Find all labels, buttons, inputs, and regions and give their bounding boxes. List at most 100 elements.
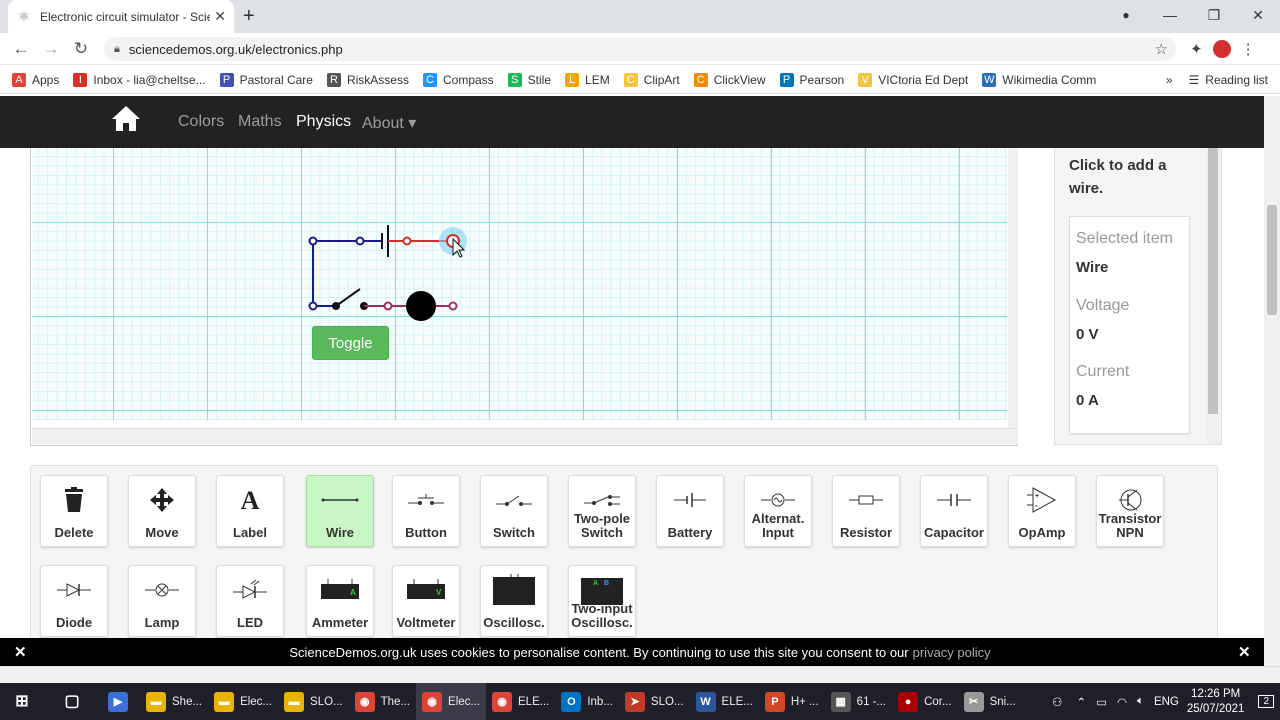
language-indicator[interactable]: ENG (1154, 696, 1179, 708)
maximize-button[interactable]: ❐ (1192, 7, 1236, 24)
battery-component[interactable] (381, 225, 389, 257)
tool-diode[interactable]: Diode (40, 565, 108, 637)
bookmark-item[interactable]: C Compass (422, 72, 494, 87)
canvas-vertical-scrollbar[interactable] (1008, 148, 1018, 428)
bookmark-item[interactable]: V VICtoria Ed Dept (858, 72, 968, 87)
taskbar-item[interactable]: ▦ 61 -... (825, 683, 892, 720)
tool-label[interactable]: A Label (216, 475, 284, 547)
lem-icon: L (565, 72, 580, 87)
forward-icon[interactable]: → (36, 39, 66, 59)
battery-tray-icon[interactable]: ▭ (1096, 695, 1107, 709)
taskbar-item[interactable]: ✂ Sni... (958, 683, 1022, 720)
taskbar-item[interactable]: ▶ (102, 683, 140, 720)
bookmark-item[interactable]: L LEM (565, 72, 610, 87)
bookmark-label: ClickView (713, 72, 766, 87)
tool-alternat-input[interactable]: Alternat. Input (744, 475, 812, 547)
bookmark-item[interactable]: P Pearson (779, 72, 844, 87)
menu-colors[interactable]: Colors (178, 113, 224, 131)
tool-button[interactable]: Button (392, 475, 460, 547)
clock[interactable]: 12:26 PM 25/07/2021 (1187, 687, 1245, 717)
bookmark-star-icon[interactable]: ☆ (1155, 40, 1168, 58)
taskbar-item[interactable]: ▢ (56, 683, 102, 720)
menu-physics[interactable]: Physics (296, 113, 351, 131)
circuit-canvas[interactable] (32, 148, 1007, 420)
tool-move[interactable]: Move (128, 475, 196, 547)
taskbar-item[interactable]: O Inb... (555, 683, 619, 720)
back-icon[interactable]: ← (6, 39, 36, 59)
notification-icon[interactable]: 2 (1258, 695, 1274, 708)
bookmarks-more-icon[interactable]: » (1166, 73, 1173, 87)
tool-oscillosc[interactable]: Oscillosc. (480, 565, 548, 637)
bookmark-item[interactable]: A Apps (12, 72, 59, 87)
tool-capacitor[interactable]: Capacitor (920, 475, 988, 547)
page-vertical-scrollbar[interactable] (1264, 96, 1280, 666)
tool-two-input-oscillosc[interactable]: A B Two-input Oscillosc. (568, 565, 636, 637)
volume-icon[interactable]: 🔈︎ (1137, 695, 1144, 708)
reload-icon[interactable]: ↻ (66, 39, 96, 59)
taskbar-item[interactable]: ➤ SLO... (619, 683, 690, 720)
tool-battery[interactable]: Battery (656, 475, 724, 547)
switch-component[interactable] (332, 288, 368, 310)
taskbar-item[interactable]: ◉ Elec... (416, 683, 487, 720)
taskbar-item[interactable]: ● Cor... (892, 683, 957, 720)
bookmark-item[interactable]: C ClickView (693, 72, 766, 87)
bookmark-item[interactable]: P Pastoral Care (219, 72, 313, 87)
tool-wire[interactable]: Wire (306, 475, 374, 547)
bookmark-item[interactable]: W Wikimedia Comm (982, 72, 1096, 87)
minimize-button[interactable]: — (1148, 7, 1192, 23)
wifi-icon[interactable]: ◠ (1117, 695, 1127, 709)
canvas-horizontal-scrollbar[interactable] (32, 428, 1018, 444)
taskbar-item[interactable]: ◉ ELE... (486, 683, 555, 720)
taskbar-item[interactable]: ⊞ (0, 683, 56, 720)
address-bar[interactable]: 🔒︎ sciencedemos.org.uk/electronics.php ☆ (104, 37, 1176, 61)
menu-about[interactable]: About ▾ (362, 113, 416, 133)
tool-resistor[interactable]: Resistor (832, 475, 900, 547)
profile-dot-icon[interactable]: ● (1104, 8, 1148, 22)
wire-blue[interactable] (312, 240, 382, 307)
puzzle-icon[interactable]: ✦ (1190, 40, 1203, 58)
menu-maths[interactable]: Maths (238, 113, 282, 131)
taskbar-item[interactable]: ▬ Elec... (208, 683, 278, 720)
lamp-icon (129, 576, 195, 604)
taskbar-item[interactable]: W ELE... (690, 683, 759, 720)
tab-close-icon[interactable]: ✕ (214, 8, 226, 25)
privacy-policy-link[interactable]: privacy policy (913, 645, 991, 660)
tool-two-pole-switch[interactable]: Two-pole Switch (568, 475, 636, 547)
taskbar-label: ELE... (721, 695, 753, 708)
bookmark-item[interactable]: R RiskAssess (326, 72, 409, 87)
close-window-button[interactable]: ✕ (1236, 7, 1280, 24)
chevron-up-icon[interactable]: ⌃ (1076, 695, 1086, 709)
tool-delete[interactable]: Delete (40, 475, 108, 547)
taskbar-item[interactable]: ◉ The... (349, 683, 416, 720)
home-icon[interactable] (110, 104, 142, 134)
browser-tab[interactable]: ⚛ Electronic circuit simulator - Scie ✕ (8, 0, 234, 33)
people-icon[interactable]: ⚇ (1052, 695, 1062, 709)
panel-scroll-thumb[interactable] (1208, 148, 1218, 414)
page-scroll-thumb[interactable] (1267, 205, 1277, 315)
tool-transistor-npn[interactable]: Transistor NPN (1096, 475, 1164, 547)
taskbar-item[interactable]: ▬ She... (140, 683, 208, 720)
tool-ammeter[interactable]: A Ammeter (306, 565, 374, 637)
bookmark-item[interactable]: C ClipArt (623, 72, 680, 87)
tool-led[interactable]: LED (216, 565, 284, 637)
cookie-close-left[interactable]: ✕ (14, 643, 27, 661)
page-horizontal-scrollbar[interactable] (0, 666, 1280, 683)
bookmark-item[interactable]: S Stile (507, 72, 551, 87)
taskbar-item[interactable]: ▬ SLO... (278, 683, 349, 720)
tool-label: Oscillosc. (483, 615, 545, 630)
tool-lamp[interactable]: Lamp (128, 565, 196, 637)
menu-dots-icon[interactable]: ⋮ (1241, 40, 1256, 58)
tool-voltmeter[interactable]: V Voltmeter (392, 565, 460, 637)
avatar[interactable] (1212, 40, 1231, 58)
lamp-component[interactable] (406, 291, 436, 321)
tool-opamp[interactable]: + - OpAmp (1008, 475, 1076, 547)
circuit-diagram[interactable] (290, 215, 480, 325)
tool-label: Two-pole Switch (573, 511, 631, 540)
new-tab-button[interactable]: + (243, 5, 255, 28)
taskbar-item[interactable]: P H+ ... (759, 683, 825, 720)
toggle-button[interactable]: Toggle (312, 326, 389, 360)
bookmark-item[interactable]: I Inbox - lia@cheltse... (73, 72, 206, 87)
cookie-close-right[interactable]: ✕ (1238, 643, 1251, 661)
tool-switch[interactable]: Switch (480, 475, 548, 547)
reading-list-button[interactable]: Reading list (1205, 73, 1268, 87)
